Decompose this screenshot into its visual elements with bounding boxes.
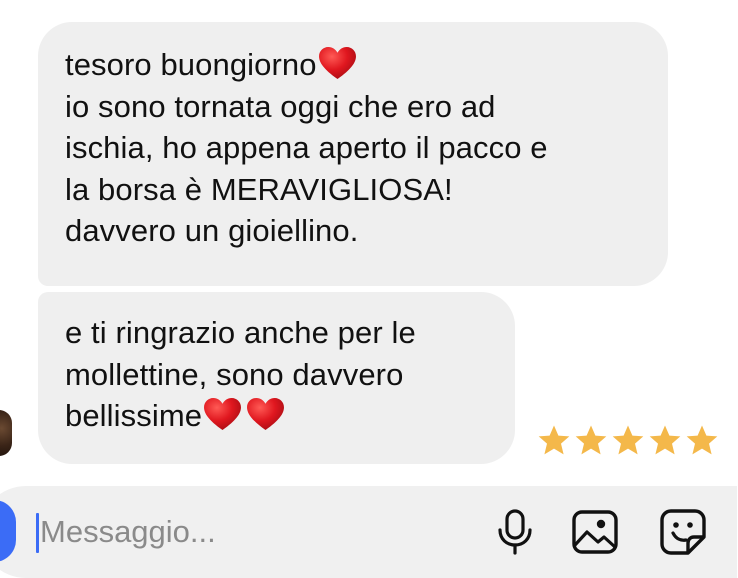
star-icon (537, 424, 571, 458)
message-line: bellissime (65, 395, 489, 437)
chat-screen: tesoro buongiorno io sono tornata oggi c… (0, 0, 738, 578)
message-line: davvero un gioiellino. (65, 213, 359, 248)
red-heart-icon (203, 397, 242, 432)
star-icon (574, 424, 608, 458)
message-line: e ti ringrazio anche per le (65, 315, 416, 350)
red-heart-icon (318, 46, 357, 81)
image-gallery-icon[interactable] (570, 506, 620, 558)
sticker-icon[interactable] (658, 506, 708, 558)
message-text: tesoro buongiorno (65, 47, 317, 82)
message-bubble[interactable]: tesoro buongiorno io sono tornata oggi c… (38, 22, 668, 286)
star-icon (685, 424, 719, 458)
message-line: tesoro buongiorno (65, 44, 642, 86)
message-line: io sono tornata oggi che ero ad (65, 88, 496, 124)
microphone-icon[interactable] (490, 506, 540, 558)
message-input[interactable] (40, 508, 460, 556)
message-line: ischia, ho appena aperto il pacco e (65, 130, 548, 165)
star-icon (611, 424, 645, 458)
message-text: bellissime (65, 398, 203, 433)
sender-avatar[interactable] (0, 410, 12, 456)
star-rating (537, 424, 719, 458)
message-line: la borsa è MERAVIGLIOSA! (65, 171, 453, 207)
message-line: mollettine, sono davvero (65, 356, 404, 392)
red-heart-icon (246, 397, 285, 432)
text-cursor (36, 513, 39, 553)
message-bubble[interactable]: e ti ringrazio anche per le mollettine, … (38, 292, 515, 464)
star-icon (648, 424, 682, 458)
